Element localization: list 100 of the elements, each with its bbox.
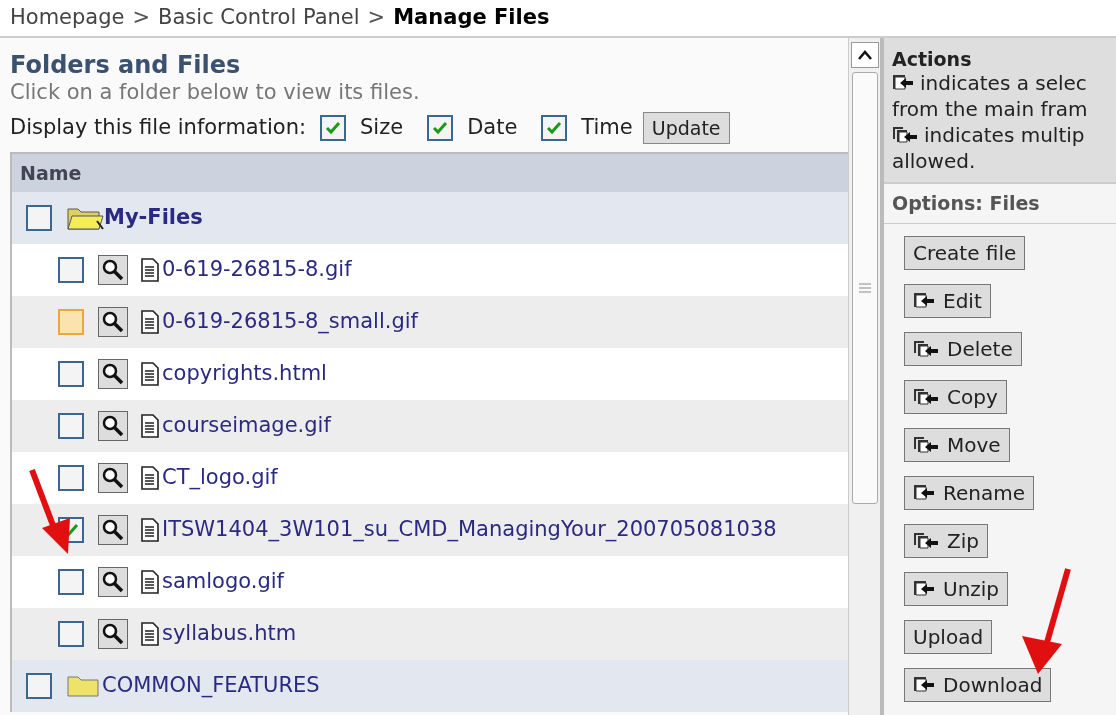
breadcrumb-link[interactable]: Homepage — [10, 2, 125, 34]
preview-button[interactable] — [98, 567, 128, 597]
document-icon — [140, 466, 160, 490]
file-row[interactable]: My-Files — [12, 192, 848, 244]
document-icon — [140, 258, 160, 282]
action-button[interactable]: Rename — [904, 476, 1035, 510]
file-link[interactable]: samlogo.gif — [162, 566, 284, 598]
magnifier-icon — [101, 570, 125, 594]
action-button[interactable]: Create file — [904, 236, 1026, 270]
preview-button[interactable] — [98, 411, 128, 441]
multi-select-icon — [913, 388, 939, 406]
document-icon — [140, 570, 160, 594]
single-select-icon — [913, 580, 935, 598]
action-button[interactable]: Copy — [904, 380, 1007, 414]
legend-text: indicates multip — [924, 122, 1085, 148]
checkbox[interactable] — [58, 309, 84, 335]
action-button[interactable]: Download — [904, 668, 1052, 702]
file-link[interactable]: copyrights.html — [162, 358, 327, 390]
folder-link[interactable]: COMMON_FEATURES — [102, 670, 320, 702]
legend-text: indicates a selec — [920, 70, 1087, 96]
checkbox[interactable] — [427, 115, 454, 141]
action-button[interactable]: Unzip — [904, 572, 1009, 606]
file-link[interactable]: courseimage.gif — [162, 410, 331, 442]
preview-button[interactable] — [98, 463, 128, 493]
checkbox[interactable] — [541, 115, 568, 141]
multi-select-icon — [913, 532, 939, 550]
checkbox[interactable] — [58, 257, 84, 283]
file-row[interactable]: 0-619-26815-8.gif — [12, 244, 848, 296]
magnifier-icon — [101, 310, 125, 334]
single-select-icon — [913, 292, 935, 310]
breadcrumb-separator: > — [132, 4, 151, 32]
file-link[interactable]: ITSW1404_3W101_su_CMD_ManagingYour_200705081038 — [162, 514, 777, 546]
legend-text: allowed. — [892, 148, 976, 174]
magnifier-icon — [101, 622, 125, 646]
action-button[interactable]: Upload — [904, 620, 993, 654]
document-icon — [140, 414, 160, 438]
file-link[interactable]: CT_logo.gif — [162, 462, 278, 494]
options-title: Options: Files — [884, 184, 1116, 224]
column-header: Name — [12, 154, 848, 192]
checkbox[interactable] — [58, 465, 84, 491]
single-select-icon — [913, 676, 935, 694]
file-row[interactable]: CT_logo.gif — [12, 452, 848, 504]
multi-select-icon — [892, 126, 918, 144]
document-icon — [140, 310, 160, 334]
checkmark-icon — [325, 121, 341, 135]
section-heading: Folders and Files — [10, 50, 242, 80]
legend-text: from the main fram — [892, 96, 1088, 122]
file-row[interactable]: copyrights.html — [12, 348, 848, 400]
action-button[interactable]: Delete — [904, 332, 1022, 366]
document-icon — [140, 362, 160, 386]
section-hint: Click on a folder below to view its files. — [10, 80, 421, 104]
scroll-thumb[interactable] — [851, 72, 878, 504]
checkbox[interactable] — [58, 621, 84, 647]
file-row[interactable]: COMMON_FEATURES — [12, 660, 848, 712]
preview-button[interactable] — [98, 255, 128, 285]
grip-icon — [858, 283, 871, 293]
checkbox[interactable] — [26, 205, 52, 231]
open-folder-icon — [66, 205, 104, 231]
file-row[interactable]: syllabus.htm — [12, 608, 848, 660]
file-link[interactable]: 0-619-26815-8.gif — [162, 254, 352, 286]
file-row[interactable]: courseimage.gif — [12, 400, 848, 452]
preview-button[interactable] — [98, 359, 128, 389]
file-link[interactable]: syllabus.htm — [162, 618, 297, 650]
action-button[interactable]: Move — [904, 428, 1010, 462]
breadcrumb-separator: > — [367, 4, 386, 32]
checkbox-label: Size — [360, 114, 404, 142]
breadcrumb-link[interactable]: Basic Control Panel — [158, 2, 360, 34]
action-button[interactable]: Edit — [904, 284, 991, 318]
file-row[interactable]: ITSW1404_3W101_su_CMD_ManagingYour_200705081038 — [12, 504, 848, 556]
file-row[interactable]: samlogo.gif — [12, 556, 848, 608]
file-row[interactable]: 0-619-26815-8_small.gif — [12, 296, 848, 348]
scrollbar[interactable] — [848, 38, 880, 715]
multi-select-icon — [913, 436, 939, 454]
document-icon — [140, 622, 160, 646]
preview-button[interactable] — [98, 307, 128, 337]
magnifier-icon — [101, 258, 125, 282]
file-link[interactable]: 0-619-26815-8_small.gif — [162, 306, 418, 338]
single-select-icon — [892, 74, 914, 92]
magnifier-icon — [101, 466, 125, 490]
preview-button[interactable] — [98, 619, 128, 649]
caret-up-icon — [857, 50, 872, 60]
scroll-up-button[interactable] — [850, 42, 879, 68]
checkbox[interactable] — [26, 673, 52, 699]
checkmark-icon — [546, 121, 563, 135]
magnifier-icon — [101, 414, 125, 438]
checkbox-label: Time — [581, 114, 633, 142]
single-select-icon — [913, 484, 935, 502]
display-options-label: Display this file information: — [10, 114, 306, 142]
checkbox-label: Date — [467, 114, 518, 142]
update-button[interactable]: Update — [642, 112, 730, 144]
checkbox[interactable] — [58, 361, 84, 387]
checkbox[interactable] — [58, 413, 84, 439]
magnifier-icon — [101, 518, 125, 542]
action-button[interactable]: Zip — [904, 524, 988, 558]
folder-icon — [66, 674, 100, 698]
folder-link[interactable]: My-Files — [104, 202, 203, 234]
checkbox[interactable] — [58, 569, 84, 595]
checkbox[interactable] — [320, 115, 346, 141]
preview-button[interactable] — [98, 515, 128, 545]
actions-title: Actions — [892, 48, 973, 70]
